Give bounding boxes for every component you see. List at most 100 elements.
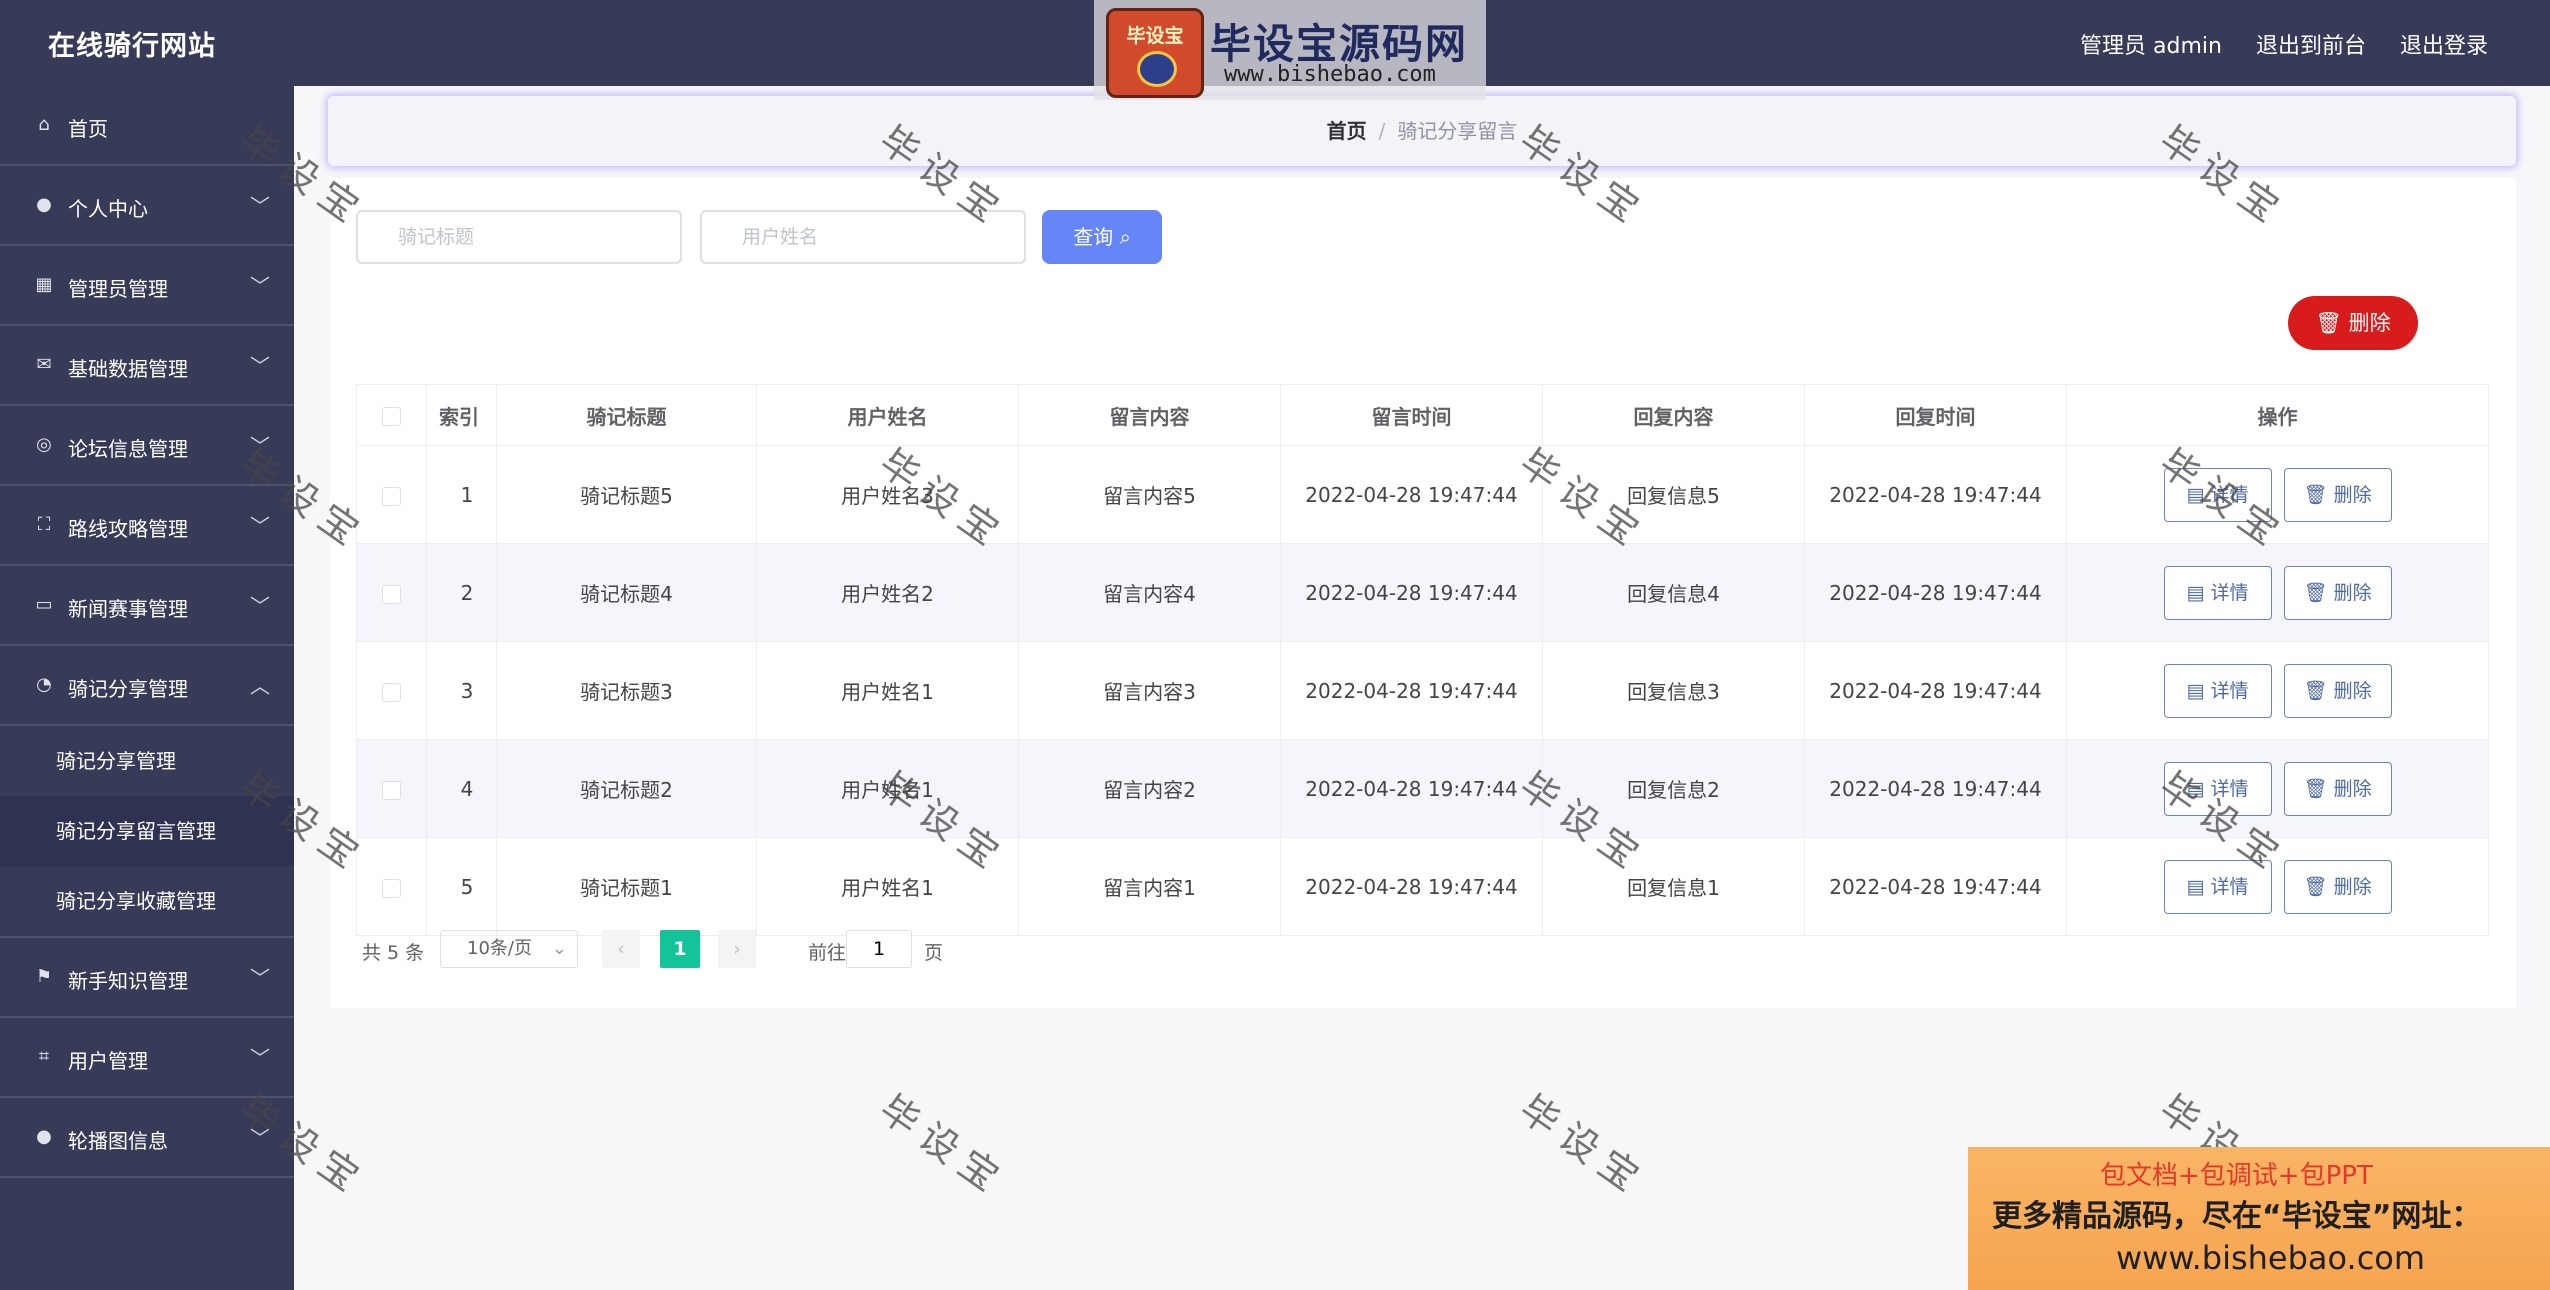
sidebar-item[interactable]: ⌗ 用户管理 ﹀ xyxy=(0,1018,294,1098)
delete-button[interactable]: 🗑 删除 xyxy=(2283,663,2392,718)
table-row: 3 骑记标题3 用户姓名1 留言内容3 2022-04-28 19:47:44 回复信息3… xyxy=(356,641,2489,740)
sidebar-item[interactable]: ◔ 骑记分享管理 ︿ xyxy=(0,646,294,726)
sidebar-item[interactable]: ● 个人中心 ﹀ xyxy=(0,166,294,246)
row-select-cell xyxy=(356,739,427,838)
table-cell: 回复信息2 xyxy=(1542,739,1805,838)
sidebar-item[interactable]: ✉ 基础数据管理 ﹀ xyxy=(0,326,294,406)
table-cell: 2022-04-28 19:47:44 xyxy=(1804,543,2067,642)
sidebar-item[interactable]: ▦ 管理员管理 ﹀ xyxy=(0,246,294,326)
admin-user-label[interactable]: 管理员 admin xyxy=(2080,28,2222,60)
sidebar-item[interactable]: ⚑ 新手知识管理 ﹀ xyxy=(0,938,294,1018)
logout-link[interactable]: 退出登录 xyxy=(2400,28,2488,60)
next-page-button[interactable]: › xyxy=(718,930,756,968)
chevron-icon: ﹀ xyxy=(250,274,270,298)
user-icon: ● xyxy=(36,194,52,215)
detail-button[interactable]: ▤ 详情 xyxy=(2163,859,2272,914)
home-icon: ⌂ xyxy=(38,114,50,135)
breadcrumb-home[interactable]: 首页 xyxy=(1327,119,1367,143)
row-select-cell xyxy=(356,837,427,936)
table-cell: 2022-04-28 19:47:44 xyxy=(1280,837,1543,936)
table-cell: 回复信息3 xyxy=(1542,641,1805,740)
row-checkbox[interactable] xyxy=(382,682,401,702)
logo-badge-text: 毕设宝 xyxy=(1126,25,1184,47)
chevron-icon: ﹀ xyxy=(250,434,270,458)
delete-label: 删除 xyxy=(2333,679,2372,702)
row-checkbox[interactable] xyxy=(382,584,401,604)
sidebar-item[interactable]: ▭ 新闻赛事管理 ﹀ xyxy=(0,566,294,646)
delete-label: 删除 xyxy=(2333,875,2372,898)
sidebar-item[interactable]: ● 轮播图信息 ﹀ xyxy=(0,1098,294,1178)
sidebar-item[interactable]: ⛶ 路线攻略管理 ﹀ xyxy=(0,486,294,566)
detail-label: 详情 xyxy=(2210,679,2249,702)
sidebar-item-label: 新闻赛事管理 xyxy=(68,597,188,621)
site-logo-watermark: 毕设宝 毕设宝源码网 www.bishebao.com xyxy=(1094,0,1486,100)
page-size-value: 10条/页 xyxy=(467,938,532,959)
chevron-icon: ﹀ xyxy=(250,1126,270,1150)
table-cell: 用户姓名3 xyxy=(756,445,1019,544)
detail-button[interactable]: ▤ 详情 xyxy=(2163,565,2272,620)
message-table: 索引 骑记标题 用户姓名 留言内容 留言时间 回复内容 回复时间 操作 1 骑记标… xyxy=(356,384,2489,936)
table-row: 2 骑记标题4 用户姓名2 留言内容4 2022-04-28 19:47:44 回复信息4… xyxy=(356,543,2489,642)
sidebar-item[interactable]: ◎ 论坛信息管理 ﹀ xyxy=(0,406,294,486)
submenu: 骑记分享管理 骑记分享留言管理 骑记分享收藏管理 xyxy=(0,726,294,938)
watermark-text: 毕设宝 xyxy=(871,1086,1015,1206)
chevron-icon: ﹀ xyxy=(250,514,270,538)
detail-label: 详情 xyxy=(2210,875,2249,898)
detail-button[interactable]: ▤ 详情 xyxy=(2163,467,2272,522)
column-header: 留言时间 xyxy=(1280,384,1543,446)
prev-page-button[interactable]: ‹ xyxy=(602,930,640,968)
column-header: 骑记标题 xyxy=(496,384,757,446)
column-header: 回复内容 xyxy=(1542,384,1805,446)
back-to-front-link[interactable]: 退出到前台 xyxy=(2256,28,2366,60)
chevron-down-icon: ⌄ xyxy=(551,938,567,959)
row-checkbox[interactable] xyxy=(382,780,401,800)
detail-button[interactable]: ▤ 详情 xyxy=(2163,663,2272,718)
trash-icon: 🗑 xyxy=(2303,679,2334,702)
table-cell: 3 xyxy=(426,641,497,740)
delete-button[interactable]: 🗑 删除 xyxy=(2283,859,2392,914)
chevron-icon: ︿ xyxy=(250,674,270,698)
sidebar-item[interactable]: ⌂ 首页 xyxy=(0,86,294,166)
pagination-total: 共 5 条 xyxy=(362,942,425,964)
row-select-cell xyxy=(356,445,427,544)
query-button[interactable]: 查询 ⌕ xyxy=(1042,210,1162,264)
fullscreen-icon: ⛶ xyxy=(37,514,51,535)
batch-delete-button[interactable]: 🗑 删除 xyxy=(2288,296,2418,350)
table-cell: 骑记标题1 xyxy=(496,837,757,936)
breadcrumb: 首页 / 骑记分享留言 xyxy=(328,96,2516,166)
detail-label: 详情 xyxy=(2210,581,2249,604)
table-cell: 2022-04-28 19:47:44 xyxy=(1280,641,1543,740)
page-size-select[interactable]: 10条/页 ⌄ xyxy=(440,930,578,968)
site-title: 在线骑行网站 xyxy=(48,31,216,62)
username-search-input[interactable] xyxy=(700,210,1026,264)
chevron-icon: ﹀ xyxy=(250,354,270,378)
batch-delete-label: 删除 xyxy=(2348,311,2391,335)
page-number-button[interactable]: 1 xyxy=(660,930,700,968)
breadcrumb-separator: / xyxy=(1378,119,1386,143)
goto-page-input[interactable] xyxy=(846,930,912,968)
delete-button[interactable]: 🗑 删除 xyxy=(2283,565,2392,620)
delete-label: 删除 xyxy=(2333,777,2372,800)
submenu-item[interactable]: 骑记分享收藏管理 xyxy=(0,866,294,936)
submenu-item[interactable]: 骑记分享管理 xyxy=(0,726,294,796)
delete-button[interactable]: 🗑 删除 xyxy=(2283,467,2392,522)
user-icon: ● xyxy=(36,1126,52,1147)
delete-button[interactable]: 🗑 删除 xyxy=(2283,761,2392,816)
sidebar-item-label: 论坛信息管理 xyxy=(68,437,188,461)
sidebar-item-label: 基础数据管理 xyxy=(68,357,188,381)
chevron-icon: ﹀ xyxy=(250,194,270,218)
row-checkbox[interactable] xyxy=(382,878,401,898)
row-checkbox[interactable] xyxy=(382,486,401,506)
submenu-item[interactable]: 骑记分享留言管理 xyxy=(0,796,294,866)
chevron-icon: ﹀ xyxy=(250,1046,270,1070)
table-cell: 回复信息4 xyxy=(1542,543,1805,642)
column-header: 操作 xyxy=(2066,384,2489,446)
table-cell: 2 xyxy=(426,543,497,642)
flag-icon: ⚑ xyxy=(35,966,53,987)
select-all-checkbox[interactable] xyxy=(382,407,401,426)
detail-button[interactable]: ▤ 详情 xyxy=(2163,761,2272,816)
ad-line-1: 包文档+包调试+包PPT xyxy=(2100,1161,2373,1191)
trash-icon: 🗑 xyxy=(2303,483,2334,506)
table-cell: 留言内容2 xyxy=(1018,739,1281,838)
title-search-input[interactable] xyxy=(356,210,682,264)
